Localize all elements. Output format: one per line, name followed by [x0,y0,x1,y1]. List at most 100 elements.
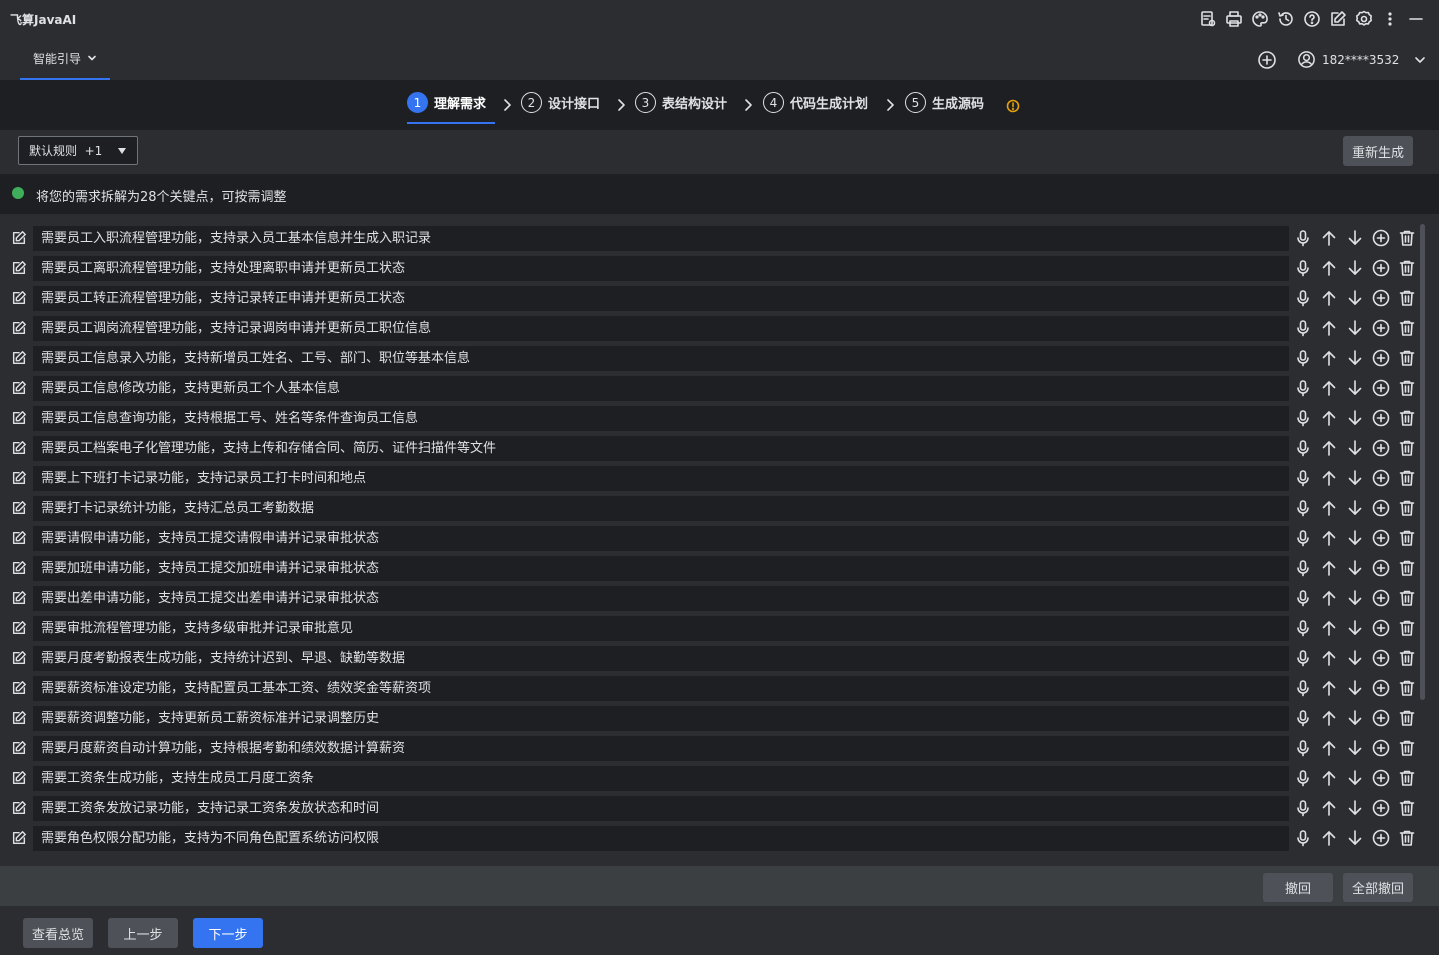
trash-icon[interactable] [1398,259,1416,277]
palette-icon[interactable] [1250,9,1269,28]
gear-icon[interactable] [1354,9,1373,28]
document-settings-icon[interactable] [1198,9,1217,28]
arrow-down-icon[interactable] [1346,619,1364,637]
arrow-down-icon[interactable] [1346,739,1364,757]
arrow-up-icon[interactable] [1320,379,1338,397]
arrow-down-icon[interactable] [1346,649,1364,667]
microphone-icon[interactable] [1294,739,1312,757]
arrow-down-icon[interactable] [1346,799,1364,817]
microphone-icon[interactable] [1294,349,1312,367]
requirement-text[interactable]: 需要员工档案电子化管理功能，支持上传和存储合同、简历、证件扫描件等文件 [33,436,1289,461]
edit-icon[interactable] [10,739,27,756]
undo-button[interactable]: 撤回 [1263,873,1333,902]
trash-icon[interactable] [1398,769,1416,787]
requirement-text[interactable]: 需要工资条发放记录功能，支持记录工资条发放状态和时间 [33,796,1289,821]
trash-icon[interactable] [1398,799,1416,817]
requirement-text[interactable]: 需要角色权限分配功能，支持为不同角色配置系统访问权限 [33,826,1289,851]
microphone-icon[interactable] [1294,679,1312,697]
requirement-text[interactable]: 需要加班申请功能，支持员工提交加班申请并记录审批状态 [33,556,1289,581]
microphone-icon[interactable] [1294,709,1312,727]
add-circle-icon[interactable] [1372,379,1390,397]
requirement-text[interactable]: 需要出差申请功能，支持员工提交出差申请并记录审批状态 [33,586,1289,611]
add-circle-icon[interactable] [1372,709,1390,727]
edit-icon[interactable] [10,589,27,606]
add-circle-icon[interactable] [1372,769,1390,787]
add-circle-icon[interactable] [1372,469,1390,487]
trash-icon[interactable] [1398,529,1416,547]
add-circle-icon[interactable] [1372,529,1390,547]
requirement-text[interactable]: 需要工资条生成功能，支持生成员工月度工资条 [33,766,1289,791]
arrow-down-icon[interactable] [1346,829,1364,847]
arrow-up-icon[interactable] [1320,589,1338,607]
add-circle-icon[interactable] [1372,829,1390,847]
arrow-up-icon[interactable] [1320,319,1338,337]
arrow-up-icon[interactable] [1320,289,1338,307]
step-table-design[interactable]: 3 表结构设计 [635,92,727,113]
microphone-icon[interactable] [1294,259,1312,277]
edit-icon[interactable] [10,259,27,276]
edit-icon[interactable] [10,409,27,426]
edit-icon[interactable] [10,289,27,306]
step-code-generation-plan[interactable]: 4 代码生成计划 [763,92,868,113]
add-circle-icon[interactable] [1372,259,1390,277]
edit-icon[interactable] [10,469,27,486]
arrow-up-icon[interactable] [1320,499,1338,517]
arrow-up-icon[interactable] [1320,649,1338,667]
arrow-up-icon[interactable] [1320,469,1338,487]
requirement-text[interactable]: 需要员工信息查询功能，支持根据工号、姓名等条件查询员工信息 [33,406,1289,431]
arrow-down-icon[interactable] [1346,409,1364,427]
add-circle-icon[interactable] [1257,50,1277,70]
add-circle-icon[interactable] [1372,649,1390,667]
edit-icon[interactable] [10,439,27,456]
add-circle-icon[interactable] [1372,559,1390,577]
requirement-text[interactable]: 需要月度薪资自动计算功能，支持根据考勤和绩效数据计算薪资 [33,736,1289,761]
arrow-up-icon[interactable] [1320,439,1338,457]
edit-icon[interactable] [10,769,27,786]
requirement-text[interactable]: 需要员工信息录入功能，支持新增员工姓名、工号、部门、职位等基本信息 [33,346,1289,371]
add-circle-icon[interactable] [1372,409,1390,427]
arrow-up-icon[interactable] [1320,739,1338,757]
minimize-icon[interactable] [1406,9,1425,28]
arrow-up-icon[interactable] [1320,799,1338,817]
arrow-down-icon[interactable] [1346,469,1364,487]
arrow-up-icon[interactable] [1320,409,1338,427]
edit-icon[interactable] [10,799,27,816]
add-circle-icon[interactable] [1372,499,1390,517]
arrow-up-icon[interactable] [1320,769,1338,787]
add-circle-icon[interactable] [1372,289,1390,307]
arrow-up-icon[interactable] [1320,559,1338,577]
scrollbar[interactable] [1420,224,1425,700]
edit-icon[interactable] [10,499,27,516]
requirement-text[interactable]: 需要薪资调整功能，支持更新员工薪资标准并记录调整历史 [33,706,1289,731]
requirement-text[interactable]: 需要员工转正流程管理功能，支持记录转正申请并更新员工状态 [33,286,1289,311]
arrow-down-icon[interactable] [1346,439,1364,457]
requirement-text[interactable]: 需要员工信息修改功能，支持更新员工个人基本信息 [33,376,1289,401]
edit-icon[interactable] [10,559,27,576]
edit-icon[interactable] [10,649,27,666]
arrow-down-icon[interactable] [1346,349,1364,367]
trash-icon[interactable] [1398,319,1416,337]
microphone-icon[interactable] [1294,799,1312,817]
arrow-down-icon[interactable] [1346,289,1364,307]
user-menu[interactable]: 182****3532 [1297,50,1427,69]
edit-icon[interactable] [10,829,27,846]
microphone-icon[interactable] [1294,769,1312,787]
add-circle-icon[interactable] [1372,739,1390,757]
next-step-button[interactable]: 下一步 [193,918,263,948]
add-circle-icon[interactable] [1372,229,1390,247]
microphone-icon[interactable] [1294,319,1312,337]
rule-select[interactable]: 默认规则 +1 [18,136,138,165]
trash-icon[interactable] [1398,439,1416,457]
trash-icon[interactable] [1398,589,1416,607]
requirement-text[interactable]: 需要员工入职流程管理功能，支持录入员工基本信息并生成入职记录 [33,226,1289,251]
arrow-up-icon[interactable] [1320,349,1338,367]
trash-icon[interactable] [1398,619,1416,637]
edit-icon[interactable] [10,229,27,246]
requirement-text[interactable]: 需要薪资标准设定功能，支持配置员工基本工资、绩效奖金等薪资项 [33,676,1289,701]
arrow-up-icon[interactable] [1320,829,1338,847]
help-icon[interactable] [1302,9,1321,28]
microphone-icon[interactable] [1294,589,1312,607]
requirement-text[interactable]: 需要上下班打卡记录功能，支持记录员工打卡时间和地点 [33,466,1289,491]
requirement-text[interactable]: 需要打卡记录统计功能，支持汇总员工考勤数据 [33,496,1289,521]
regenerate-button[interactable]: 重新生成 [1343,136,1413,166]
